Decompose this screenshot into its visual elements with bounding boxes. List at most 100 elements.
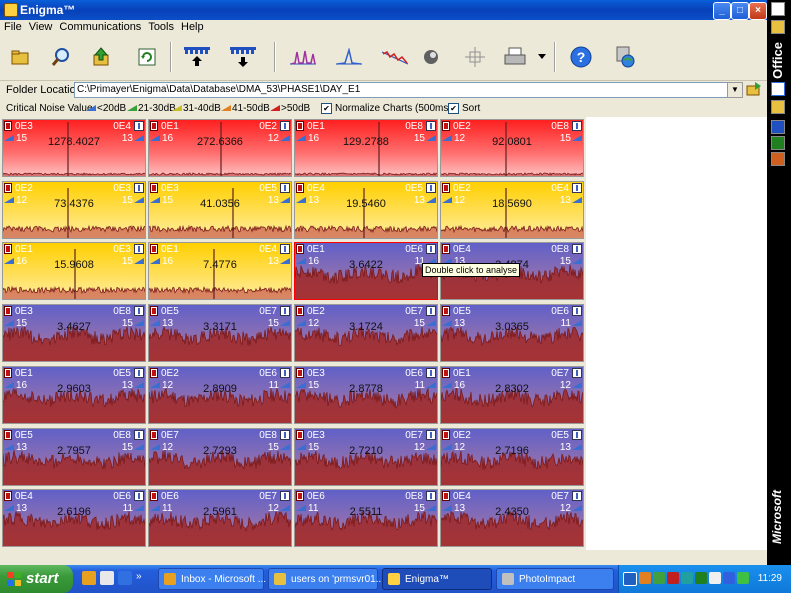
minimize-button[interactable]: _ xyxy=(713,2,731,20)
logger-right-icon xyxy=(572,244,582,254)
sort-label: Sort xyxy=(462,103,481,114)
help-icon[interactable]: ? xyxy=(566,41,596,73)
menu-help[interactable]: Help xyxy=(177,20,207,33)
tray-icon-5[interactable] xyxy=(695,572,707,584)
printer-icon[interactable] xyxy=(500,41,530,73)
correlation-chart-cell[interactable]: 0E1 0E7 16 12 2.8302 xyxy=(440,366,584,424)
tray-arrow-icon[interactable] xyxy=(623,572,637,586)
correlation-chart-cell[interactable]: 0E7 0E8 12 15 2.7293 xyxy=(148,428,292,486)
download-channel-icon[interactable] xyxy=(230,41,260,73)
tray-icon-7[interactable] xyxy=(723,572,735,584)
correlation-chart-cell[interactable]: 0E6 0E7 11 12 2.5961 xyxy=(148,489,292,547)
tray-icon-2[interactable] xyxy=(653,572,665,584)
powerpoint-icon[interactable] xyxy=(771,152,785,166)
correlation-chart-cell[interactable]: 0E3 0E4 15 13 1278.4027 xyxy=(2,119,146,177)
logger-right-id: 0E8 xyxy=(551,121,569,132)
outlook-icon[interactable] xyxy=(771,82,785,96)
phase-icon[interactable] xyxy=(416,41,446,73)
logger-left-id: 0E1 xyxy=(161,244,179,255)
folder-path-input[interactable]: C:\Primayer\Enigma\Data\Database\DMA_53\… xyxy=(74,82,728,98)
correlation-chart-cell[interactable]: 0E4 0E7 13 12 2.4350 xyxy=(440,489,584,547)
logger-left-icon xyxy=(296,491,304,501)
correlation-chart-cell[interactable]: 0E1 0E8 16 15 129.2788 xyxy=(294,119,438,177)
globe-icon[interactable] xyxy=(610,41,640,73)
tray-icon-1[interactable] xyxy=(639,572,651,584)
correlation-chart-cell[interactable]: 0E1 0E3 16 15 15.9608 xyxy=(2,242,146,300)
correlation-chart-cell[interactable]: 0E1 0E4 16 13 7.4776 xyxy=(148,242,292,300)
maximize-button[interactable]: □ xyxy=(731,2,749,20)
correlation-value: 41.0356 xyxy=(200,198,240,210)
correlation-value: 73.4376 xyxy=(54,198,94,210)
trend-chart-icon[interactable] xyxy=(380,41,410,73)
correlation-value: 2.6196 xyxy=(57,506,91,518)
task-users[interactable]: users on 'prmsvr01... xyxy=(268,568,384,590)
magnifier-icon[interactable] xyxy=(46,41,76,73)
menu-tools[interactable]: Tools xyxy=(144,20,177,33)
single-peak-chart-icon[interactable] xyxy=(334,41,364,73)
excel-icon[interactable] xyxy=(771,136,785,150)
task-enigma[interactable]: Enigma™ xyxy=(382,568,492,590)
new-folder-icon[interactable] xyxy=(771,100,785,114)
correlation-chart-cell[interactable]: 0E1 0E5 16 13 2.9603 xyxy=(2,366,146,424)
tray-icon-3[interactable] xyxy=(667,572,679,584)
correlation-chart-cell[interactable]: 0E3 0E5 15 13 41.0356 xyxy=(148,181,292,239)
correlation-chart-cell[interactable]: 0E6 0E8 11 15 2.5511 xyxy=(294,489,438,547)
title-bar[interactable]: Enigma™ _ □ × xyxy=(0,0,767,20)
quicklaunch-desktop-icon[interactable] xyxy=(100,571,114,585)
refresh-icon[interactable] xyxy=(132,41,162,73)
correlation-chart-cell[interactable]: 0E2 0E6 12 11 2.8909 xyxy=(148,366,292,424)
crosshair-icon[interactable] xyxy=(460,41,490,73)
correlation-chart-cell[interactable]: 0E3 0E8 15 15 3.4627 xyxy=(2,304,146,362)
sort-checkbox[interactable]: ✔ xyxy=(448,103,459,114)
correlation-chart-cell[interactable]: 0E3 0E7 15 12 2.7210 xyxy=(294,428,438,486)
close-button[interactable]: × xyxy=(749,2,767,20)
folder-open-icon[interactable] xyxy=(6,41,36,73)
menu-file[interactable]: File xyxy=(0,20,25,33)
word-icon[interactable] xyxy=(771,120,785,134)
task-inbox[interactable]: Inbox - Microsoft ... xyxy=(158,568,266,590)
task-photoimpact[interactable]: PhotoImpact xyxy=(496,568,614,590)
logger-left-icon xyxy=(150,491,158,501)
correlation-chart-cell[interactable]: 0E2 0E8 12 15 92.0801 xyxy=(440,119,584,177)
up-arrow-icon[interactable] xyxy=(86,41,116,73)
menu-view[interactable]: View xyxy=(25,20,56,33)
logger-left-id: 0E2 xyxy=(453,183,471,194)
dropdown-arrow-icon[interactable] xyxy=(534,41,550,73)
logger-left-id: 0E4 xyxy=(453,244,471,255)
correlation-chart-cell[interactable]: 0E2 0E5 12 13 2.7196 xyxy=(440,428,584,486)
tray-icon-6[interactable] xyxy=(709,572,721,584)
normalize-checkbox[interactable]: ✔ xyxy=(321,103,332,114)
correlation-chart-cell[interactable]: 0E1 0E2 16 12 272.6366 xyxy=(148,119,292,177)
correlation-value: 2.8778 xyxy=(349,383,383,395)
tray-icon-4[interactable] xyxy=(681,572,693,584)
correlation-chart-cell[interactable]: 0E1 0E6 16 11 3.6422 xyxy=(294,242,438,300)
office-logo-icon[interactable] xyxy=(771,2,785,16)
correlation-chart-cell[interactable]: 0E5 0E8 13 15 2.7957 xyxy=(2,428,146,486)
correlation-chart-cell[interactable]: 0E2 0E4 12 13 18.5690 xyxy=(440,181,584,239)
start-button[interactable]: start xyxy=(0,565,73,593)
logger-left-id: 0E1 xyxy=(307,121,325,132)
grid-empty-area xyxy=(586,117,767,550)
peak-chart-icon[interactable] xyxy=(288,41,318,73)
logger-right-id: 0E6 xyxy=(405,244,423,255)
tray-icon-8[interactable] xyxy=(737,572,749,584)
system-tray: 11:29 xyxy=(618,565,791,593)
logger-right-id: 0E7 xyxy=(405,306,423,317)
quicklaunch-outlook-icon[interactable] xyxy=(82,571,96,585)
correlation-chart-cell[interactable]: 0E2 0E3 12 15 73.4376 xyxy=(2,181,146,239)
correlation-chart-cell[interactable]: 0E4 0E6 13 11 2.6196 xyxy=(2,489,146,547)
correlation-chart-cell[interactable]: 0E5 0E7 13 15 3.3171 xyxy=(148,304,292,362)
correlation-chart-cell[interactable]: 0E3 0E6 15 11 2.8778 xyxy=(294,366,438,424)
correlation-chart-cell[interactable]: 0E5 0E6 13 11 3.0365 xyxy=(440,304,584,362)
logger-right-icon xyxy=(280,183,290,193)
folder-browse-icon[interactable] xyxy=(746,81,762,97)
upload-channel-icon[interactable] xyxy=(184,41,214,73)
logger-left-icon xyxy=(442,430,450,440)
quicklaunch-ie-icon[interactable] xyxy=(118,571,132,585)
menu-communications[interactable]: Communications xyxy=(55,20,144,33)
folder-icon[interactable] xyxy=(771,20,785,34)
quicklaunch-more-icon[interactable]: » xyxy=(136,571,150,585)
correlation-chart-cell[interactable]: 0E4 0E5 13 13 19.5460 xyxy=(294,181,438,239)
correlation-chart-cell[interactable]: 0E2 0E7 12 15 3.1724 xyxy=(294,304,438,362)
folder-dropdown-button[interactable]: ▼ xyxy=(727,82,743,98)
